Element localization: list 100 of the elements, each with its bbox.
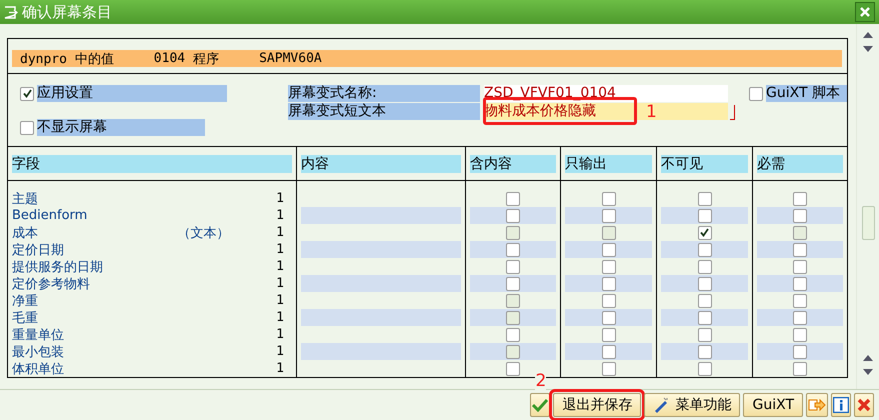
annotation-number: 1 xyxy=(646,103,657,121)
field-count: 1 xyxy=(276,225,284,240)
field-name: 定价日期 xyxy=(12,242,65,258)
field-name: Bedienform xyxy=(12,208,88,223)
program-label: 程序 xyxy=(193,50,220,68)
checkbox[interactable] xyxy=(793,294,807,308)
info-label: dynpro 中的值 xyxy=(20,50,114,68)
checkbox[interactable] xyxy=(698,242,712,256)
scroll-up-icon[interactable] xyxy=(863,32,873,38)
checkbox[interactable] xyxy=(698,226,712,240)
checkbox[interactable] xyxy=(793,208,807,222)
pen-icon xyxy=(653,397,670,413)
checkbox[interactable] xyxy=(602,208,616,222)
field-count: 1 xyxy=(276,327,284,342)
field-count: 1 xyxy=(276,191,284,206)
checkbox[interactable] xyxy=(698,192,712,206)
checkmark-icon xyxy=(22,89,32,98)
field-name: 净重 xyxy=(12,292,39,310)
checkbox[interactable] xyxy=(698,276,712,290)
scroll-down-icon[interactable] xyxy=(863,46,873,52)
content-cell[interactable] xyxy=(301,241,461,258)
column-header: 字段 xyxy=(12,155,292,173)
close-icon xyxy=(859,6,871,18)
checkbox[interactable] xyxy=(506,208,520,222)
field-count: 1 xyxy=(276,276,284,291)
field-label: 屏幕变式短文本 xyxy=(288,103,480,120)
toolbar-button[interactable]: 菜单功能 xyxy=(644,393,740,417)
column-header: 内容 xyxy=(301,155,461,173)
checkbox[interactable] xyxy=(749,86,763,100)
checkbox[interactable] xyxy=(793,362,807,376)
scroll-thumb[interactable] xyxy=(862,206,874,240)
field-count: 1 xyxy=(276,208,284,223)
checkbox[interactable] xyxy=(506,260,520,274)
field-count: 1 xyxy=(276,361,284,376)
checkbox[interactable] xyxy=(698,310,712,324)
checkbox[interactable] xyxy=(506,362,520,376)
screen-number: 0104 xyxy=(154,51,186,66)
checkbox[interactable] xyxy=(602,310,616,324)
scroll-up-icon[interactable] xyxy=(863,355,873,361)
content-cell[interactable] xyxy=(301,275,461,292)
program-name: SAPMV60A xyxy=(259,51,322,66)
column-header: 只输出 xyxy=(565,155,652,173)
checkbox[interactable] xyxy=(793,242,807,256)
content-cell[interactable] xyxy=(301,207,461,224)
checkbox[interactable] xyxy=(20,86,34,100)
checkbox[interactable] xyxy=(793,328,807,342)
close-button[interactable] xyxy=(855,2,875,22)
annotation-number: 2 xyxy=(535,372,546,390)
toolbar-button[interactable]: GuiXT xyxy=(743,393,803,417)
checkbox[interactable] xyxy=(698,260,712,274)
checkbox[interactable] xyxy=(506,242,520,256)
field-name: 最小包装 xyxy=(12,344,65,360)
checkbox[interactable] xyxy=(698,208,712,222)
close-icon xyxy=(857,398,871,412)
checkbox-label: 不显示屏幕 xyxy=(37,119,205,136)
checkbox[interactable] xyxy=(793,192,807,206)
checkbox[interactable] xyxy=(602,344,616,358)
checkmark-icon xyxy=(700,228,709,237)
field-note: （文本） xyxy=(178,224,231,242)
icon-button[interactable] xyxy=(806,393,828,417)
column-header: 不可见 xyxy=(661,155,748,173)
scroll-down-icon[interactable] xyxy=(863,369,873,375)
checkbox[interactable] xyxy=(602,192,616,206)
checkbox[interactable] xyxy=(698,294,712,308)
checkbox[interactable] xyxy=(793,310,807,324)
checkmark-icon xyxy=(532,398,548,412)
field-name: 成本 xyxy=(12,224,39,242)
checkbox[interactable] xyxy=(506,276,520,290)
field-name: 提供服务的日期 xyxy=(12,258,104,276)
content-cell[interactable] xyxy=(301,343,461,360)
checkbox[interactable] xyxy=(698,344,712,358)
checkbox[interactable] xyxy=(602,294,616,308)
checkbox[interactable] xyxy=(602,242,616,256)
field-count: 1 xyxy=(276,242,284,257)
checkbox[interactable] xyxy=(602,260,616,274)
icon-button[interactable] xyxy=(854,393,874,417)
field-name: 主题 xyxy=(12,190,39,208)
checkbox[interactable] xyxy=(506,328,520,342)
checkbox-label: 应用设置 xyxy=(37,85,227,102)
window-title: 确认屏幕条目 xyxy=(22,2,113,22)
checkbox[interactable] xyxy=(506,192,520,206)
checkbox[interactable] xyxy=(602,276,616,290)
checkbox[interactable] xyxy=(602,362,616,376)
checkbox-label: GuiXT 脚本 xyxy=(766,85,847,102)
arrow-icon xyxy=(808,397,826,413)
checkbox[interactable] xyxy=(793,260,807,274)
checkbox[interactable] xyxy=(793,276,807,290)
column-header: 必需 xyxy=(757,155,843,173)
field-name: 重量单位 xyxy=(12,326,65,344)
checkbox[interactable] xyxy=(698,328,712,342)
icon-button[interactable] xyxy=(530,393,550,417)
field-count: 1 xyxy=(276,259,284,274)
checkbox[interactable] xyxy=(602,328,616,342)
checkbox[interactable] xyxy=(793,344,807,358)
field-count: 1 xyxy=(276,344,284,359)
checkbox[interactable] xyxy=(20,120,34,134)
content-cell[interactable] xyxy=(301,309,461,326)
field-count: 1 xyxy=(276,293,284,308)
checkbox[interactable] xyxy=(698,362,712,376)
icon-button[interactable] xyxy=(831,393,851,417)
